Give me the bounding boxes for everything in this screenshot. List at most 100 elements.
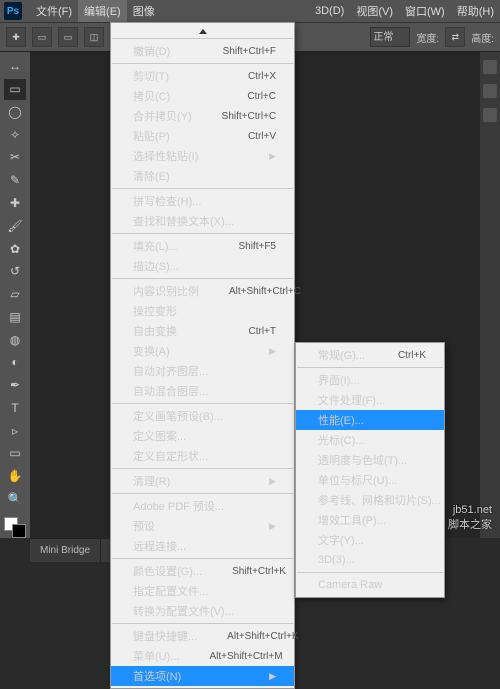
edit-menu-item[interactable]: 清理(R)▶ xyxy=(111,471,294,491)
edit-menu-item[interactable]: 远程连接... xyxy=(111,536,294,556)
wand-tool[interactable]: ✧ xyxy=(4,124,26,145)
stamp-tool[interactable]: ✿ xyxy=(4,238,26,259)
menu-view[interactable]: 视图(V) xyxy=(350,0,399,22)
menu-file[interactable]: 文件(F) xyxy=(30,0,78,22)
prefs-menu-item[interactable]: Camera Raw xyxy=(296,575,444,595)
menu-3d[interactable]: 3D(D) xyxy=(309,0,350,22)
opt-icon-3[interactable]: ◫ xyxy=(84,27,104,47)
edit-menu-item[interactable]: 选择性粘贴(I)▶ xyxy=(111,146,294,166)
menu-item-label: 选择性粘贴(I) xyxy=(133,148,261,164)
eyedropper-tool[interactable]: ✎ xyxy=(4,170,26,191)
edit-menu-item: 转换为配置文件(V)... xyxy=(111,601,294,621)
menu-edit[interactable]: 编辑(E) xyxy=(78,0,127,22)
menu-item-label: 操控变形 xyxy=(133,303,276,319)
panel-icon[interactable] xyxy=(483,108,497,122)
prefs-menu-item[interactable]: 增效工具(P)... xyxy=(296,510,444,530)
menu-item-label: 首选项(N) xyxy=(133,668,261,684)
menu-item-label: 菜单(U)... xyxy=(133,648,209,664)
menu-item-label: 常规(G)... xyxy=(318,347,398,363)
crop-tool[interactable]: ✂ xyxy=(4,147,26,168)
edit-menu-item[interactable]: 首选项(N) ▶ xyxy=(111,666,294,686)
opt-icon-2[interactable]: ▭ xyxy=(58,27,78,47)
edit-menu-item[interactable]: 菜单(U)...Alt+Shift+Ctrl+M xyxy=(111,646,294,666)
submenu-arrow-icon: ▶ xyxy=(269,521,276,532)
edit-menu-item[interactable]: 键盘快捷键...Alt+Shift+Ctrl+K xyxy=(111,626,294,646)
prefs-menu-item[interactable]: 3D(3)... xyxy=(296,550,444,570)
eraser-tool[interactable]: ▱ xyxy=(4,284,26,305)
lasso-tool[interactable]: ◯ xyxy=(4,102,26,123)
edit-menu-item[interactable]: 剪切(T)Ctrl+X xyxy=(111,66,294,86)
watermark-url: jb51.net xyxy=(448,504,492,516)
type-tool[interactable]: T xyxy=(4,397,26,418)
hand-tool[interactable]: ✋ xyxy=(4,466,26,487)
edit-menu-item[interactable]: 填充(L)...Shift+F5 xyxy=(111,236,294,256)
edit-menu-item[interactable]: 颜色设置(G)...Shift+Ctrl+K xyxy=(111,561,294,581)
edit-menu-item: 自由变换Ctrl+T xyxy=(111,321,294,341)
menu-window[interactable]: 窗口(W) xyxy=(399,0,451,22)
zoom-tool[interactable]: 🔍 xyxy=(4,489,26,510)
opt-icon-1[interactable]: ▭ xyxy=(32,27,52,47)
menu-item-shortcut: Ctrl+K xyxy=(398,350,426,361)
edit-menu-item[interactable]: 合并拷贝(Y)Shift+Ctrl+C xyxy=(111,106,294,126)
pen-tool[interactable]: ✒ xyxy=(4,375,26,396)
blend-mode-select[interactable]: 正常 xyxy=(370,27,410,47)
width-label: 宽度: xyxy=(416,30,439,45)
watermark-text: 脚本之家 xyxy=(448,516,492,532)
gradient-tool[interactable]: ▤ xyxy=(4,306,26,327)
menu-item-label: 查找和替换文本(X)... xyxy=(133,213,276,229)
menu-item-label: Adobe PDF 预设... xyxy=(133,498,276,514)
menu-help[interactable]: 帮助(H) xyxy=(451,0,500,22)
swap-icon[interactable]: ⇄ xyxy=(445,27,465,47)
shape-tool[interactable]: ▭ xyxy=(4,443,26,464)
history-brush-tool[interactable]: ↺ xyxy=(4,261,26,282)
menu-item-label: 定义图案... xyxy=(133,428,276,444)
menu-item-label: 转换为配置文件(V)... xyxy=(133,603,276,619)
menu-item-label: 文字(Y)... xyxy=(318,532,426,548)
tool-preset-icon[interactable]: ✚ xyxy=(6,27,26,47)
menu-item-label: 描边(S)... xyxy=(133,258,276,274)
edit-menu-item[interactable]: 预设 ▶ xyxy=(111,516,294,536)
menubar: Ps 文件(F) 编辑(E) 图像 3D(D) 视图(V) 窗口(W) 帮助(H… xyxy=(0,0,500,22)
ps-logo: Ps xyxy=(4,2,22,20)
edit-menu-item[interactable]: 拷贝(C)Ctrl+C xyxy=(111,86,294,106)
brush-tool[interactable]: 🖌 xyxy=(4,215,26,236)
menu-item-label: 定义自定形状... xyxy=(133,448,276,464)
menu-item-shortcut: Alt+Shift+Ctrl+M xyxy=(209,651,282,662)
menu-item-label: 指定配置文件... xyxy=(133,583,276,599)
dodge-tool[interactable]: ◐ xyxy=(4,352,26,373)
panel-icon[interactable] xyxy=(483,84,497,98)
blur-tool[interactable]: ◍ xyxy=(4,329,26,350)
menu-item-label: 增效工具(P)... xyxy=(318,512,426,528)
tab-mini-bridge[interactable]: Mini Bridge xyxy=(30,539,101,563)
menu-item-label: 单位与标尺(U)... xyxy=(318,472,427,488)
edit-menu-item[interactable]: Adobe PDF 预设... xyxy=(111,496,294,516)
menu-item-label: 变换(A) xyxy=(133,343,261,359)
menu-image[interactable]: 图像 xyxy=(127,0,161,22)
prefs-menu-item[interactable]: 界面(I)... xyxy=(296,370,444,390)
prefs-menu-item[interactable]: 文件处理(F)... xyxy=(296,390,444,410)
edit-menu-item: 定义图案... xyxy=(111,426,294,446)
menu-item-label: 内容识别比例 xyxy=(133,283,229,299)
prefs-menu-item[interactable]: 单位与标尺(U)... xyxy=(296,470,444,490)
menu-item-label: 预设 xyxy=(133,518,261,534)
submenu-arrow-icon: ▶ xyxy=(269,671,276,682)
path-tool[interactable]: ▹ xyxy=(4,420,26,441)
move-tool[interactable]: ↔ xyxy=(4,56,26,77)
edit-menu-dropdown: 撤销(D)Shift+Ctrl+F剪切(T)Ctrl+X拷贝(C)Ctrl+C合… xyxy=(110,22,295,689)
background-swatch[interactable] xyxy=(12,524,26,538)
color-swatches[interactable] xyxy=(4,517,26,538)
panel-icon[interactable] xyxy=(483,60,497,74)
edit-menu-item[interactable]: 粘贴(P)Ctrl+V xyxy=(111,126,294,146)
prefs-menu-item[interactable]: 透明度与色域(T)... xyxy=(296,450,444,470)
prefs-menu-item[interactable]: 光标(C)... xyxy=(296,430,444,450)
prefs-menu-item[interactable]: 性能(E)... xyxy=(296,410,444,430)
menu-item-label: 性能(E)... xyxy=(318,412,426,428)
heal-tool[interactable]: ✚ xyxy=(4,193,26,214)
menu-item-label: 颜色设置(G)... xyxy=(133,563,232,579)
prefs-menu-item[interactable]: 参考线、网格和切片(S)... xyxy=(296,490,444,510)
prefs-menu-item[interactable]: 文字(Y)... xyxy=(296,530,444,550)
marquee-tool[interactable]: ▭ xyxy=(4,79,26,100)
menu-item-shortcut: Alt+Shift+Ctrl+K xyxy=(227,631,298,642)
menu-item-label: 自动对齐图层... xyxy=(133,363,276,379)
prefs-menu-item[interactable]: 常规(G)...Ctrl+K xyxy=(296,345,444,365)
